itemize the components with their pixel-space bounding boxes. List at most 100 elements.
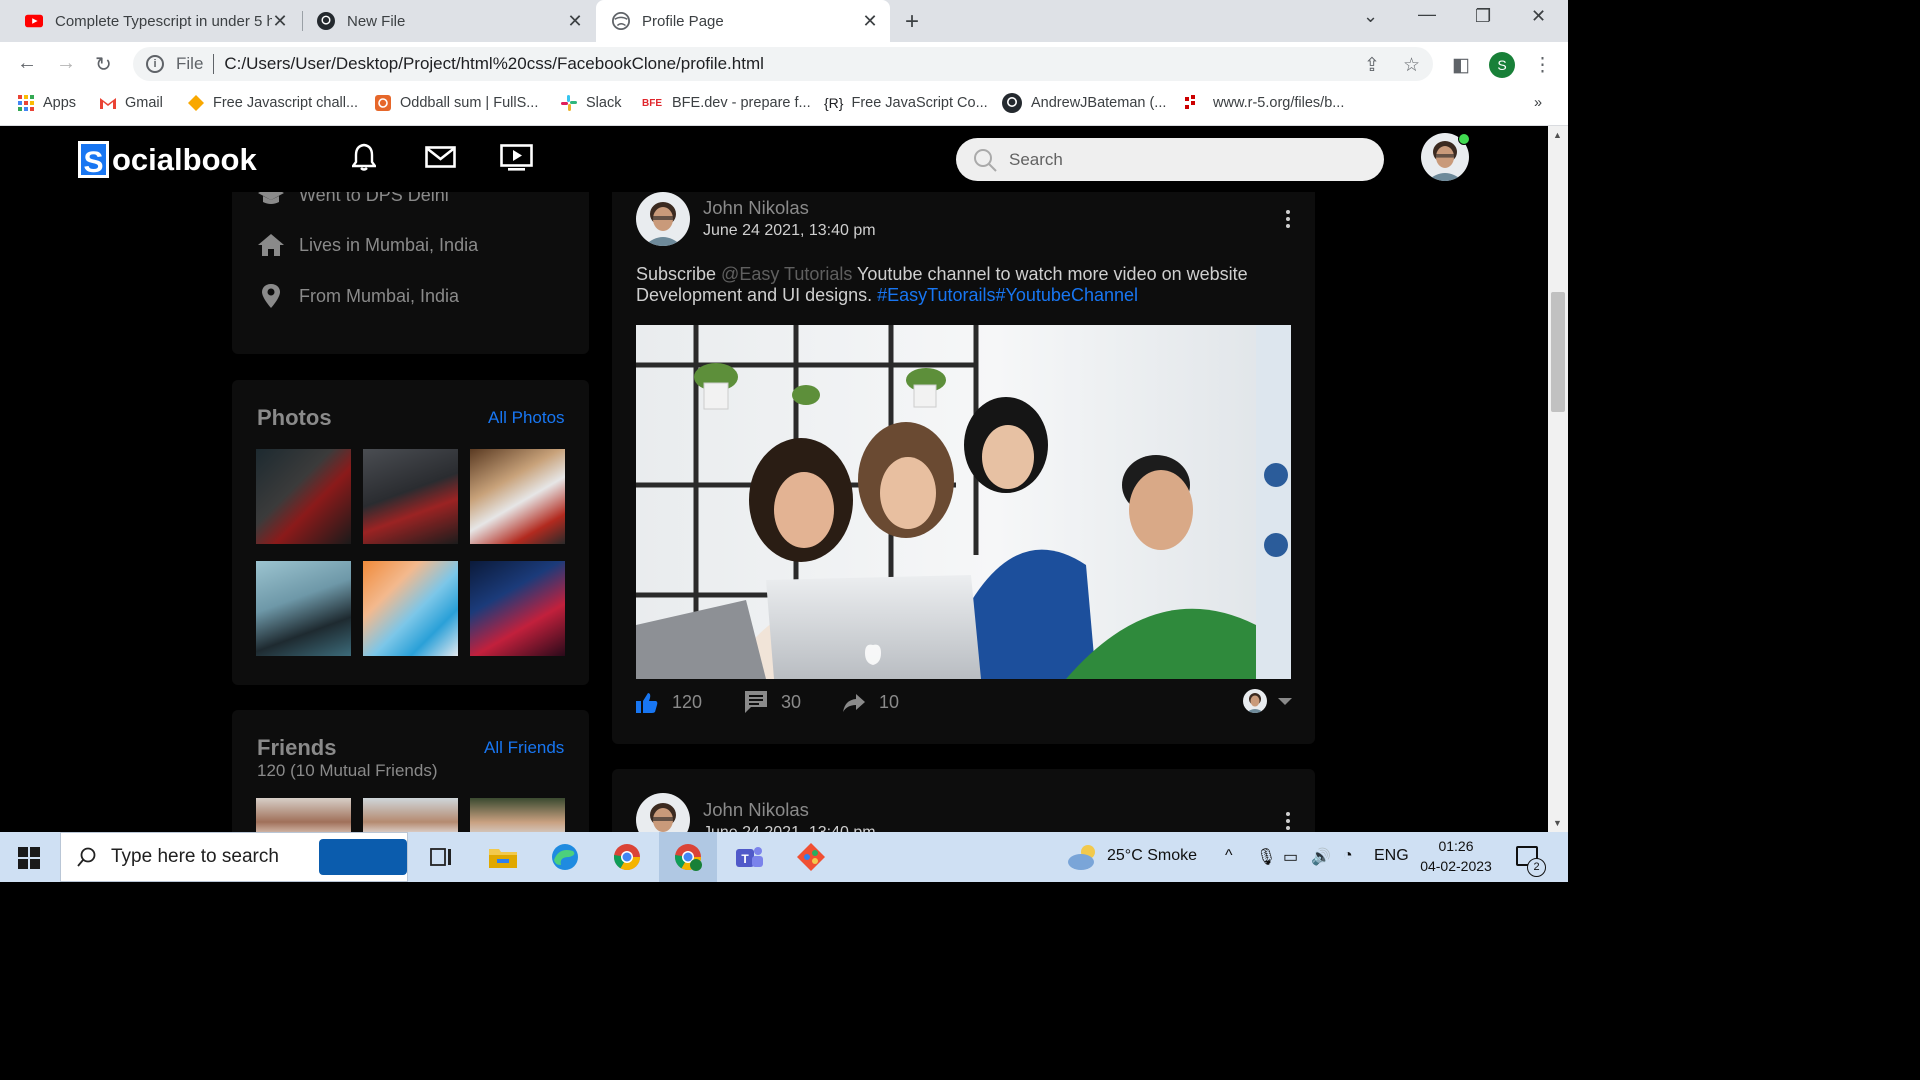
microphone-icon[interactable]: 🎙: [1256, 847, 1276, 867]
post-hashtags-link[interactable]: #EasyTutorails#YoutubeChannel: [877, 285, 1138, 305]
globe-icon: [612, 12, 630, 30]
minimize-icon[interactable]: —: [1418, 4, 1436, 25]
photo-thumbnail[interactable]: [363, 561, 458, 656]
more-bookmarks-chevron[interactable]: »: [1534, 86, 1542, 120]
r5-icon: [1185, 95, 1195, 109]
video-icon[interactable]: [500, 144, 533, 172]
taskbar-search-input[interactable]: Type here to search: [60, 832, 408, 882]
close-tab-icon[interactable]: ✕: [567, 11, 583, 32]
scroll-down-arrow-icon[interactable]: ▼: [1553, 818, 1562, 828]
post-viewer-avatar[interactable]: [1243, 689, 1267, 713]
scroll-up-arrow-icon[interactable]: ▲: [1553, 130, 1562, 140]
photo-thumbnail[interactable]: [363, 449, 458, 544]
back-arrow-icon[interactable]: ←: [17, 52, 37, 75]
chrome-icon[interactable]: [611, 841, 643, 873]
reload-icon[interactable]: ↻: [95, 52, 112, 77]
bell-icon[interactable]: [352, 143, 376, 171]
post-author-avatar[interactable]: [636, 793, 690, 832]
browser-profile-avatar[interactable]: S: [1489, 52, 1515, 78]
volume-icon[interactable]: 🔊: [1311, 847, 1331, 867]
post-author-avatar[interactable]: [636, 192, 690, 246]
close-window-icon[interactable]: ✕: [1531, 6, 1546, 27]
search-input[interactable]: Search: [956, 138, 1384, 181]
clock[interactable]: 01:26 04-02-2023: [1418, 838, 1494, 874]
post-author-name[interactable]: John Nikolas: [703, 799, 809, 821]
bookmark-r5[interactable]: www.r-5.org/files/b...: [1185, 86, 1344, 120]
intro-item-from: From Mumbai, India: [258, 284, 459, 308]
windows-start-icon[interactable]: [18, 847, 40, 869]
share-icon[interactable]: ⇪: [1364, 54, 1380, 77]
tab-search-chevron-icon[interactable]: ⌄: [1363, 6, 1378, 27]
weather-text[interactable]: 25°C Smoke: [1107, 847, 1197, 865]
restore-icon[interactable]: ❐: [1475, 6, 1491, 27]
close-tab-icon[interactable]: ✕: [272, 11, 288, 32]
friend-thumbnail[interactable]: [256, 798, 351, 832]
bfe-icon: BFE: [642, 97, 662, 109]
omnibox[interactable]: i File C:/Users/User/Desktop/Project/htm…: [133, 47, 1433, 81]
intro-text: Lives in Mumbai, India: [299, 234, 479, 255]
comment-stat[interactable]: 30: [745, 691, 801, 713]
photo-thumbnail[interactable]: [256, 449, 351, 544]
photo-thumbnail[interactable]: [256, 561, 351, 656]
bookmark-label: AndrewJBateman (...: [1031, 95, 1167, 111]
page-scrollbar[interactable]: ▲ ▼: [1548, 126, 1568, 832]
all-friends-link[interactable]: All Friends: [484, 738, 564, 758]
bookmark-free-javascript[interactable]: Free Javascript chall...: [188, 86, 358, 120]
git-app-icon[interactable]: [795, 841, 827, 873]
friend-thumbnail[interactable]: [363, 798, 458, 832]
tab-new-file[interactable]: New File ✕: [303, 0, 595, 42]
wifi-icon[interactable]: ◔: [1343, 847, 1353, 865]
like-stat[interactable]: 120: [636, 692, 702, 713]
weather-cloud-icon[interactable]: [1066, 843, 1100, 871]
tab-youtube[interactable]: Complete Typescript in under 5 h ✕: [0, 0, 300, 42]
chevron-down-icon[interactable]: [1278, 698, 1292, 705]
post-card: John Nikolas June 24 2021, 13:40 pm: [612, 769, 1315, 832]
tray-chevron-up-icon[interactable]: ^: [1225, 847, 1233, 865]
tab-profile-page[interactable]: Profile Page ✕: [596, 0, 890, 42]
friends-count: 120 (10 Mutual Friends): [257, 761, 438, 780]
all-photos-link[interactable]: All Photos: [488, 408, 565, 428]
file-explorer-icon[interactable]: [487, 841, 519, 873]
post-mention-link[interactable]: @Easy Tutorials: [721, 264, 852, 284]
post-options-icon[interactable]: [1286, 210, 1290, 231]
new-tab-icon[interactable]: +: [905, 8, 919, 36]
friend-thumbnail[interactable]: [470, 798, 565, 832]
scrollbar-thumb[interactable]: [1551, 292, 1565, 412]
bookmark-slack[interactable]: Slack: [561, 86, 621, 120]
post-date: June 24 2021, 13:40 pm: [703, 222, 876, 239]
socialbook-logo[interactable]: S ocialbook: [78, 141, 257, 179]
edge-icon[interactable]: [549, 841, 581, 873]
mail-icon[interactable]: [425, 146, 456, 168]
thumbs-up-icon: [636, 692, 658, 713]
bookmark-label: Oddball sum | FullS...: [400, 95, 539, 111]
post-author-name[interactable]: John Nikolas: [703, 197, 809, 219]
bookmark-label: Gmail: [125, 95, 163, 111]
bookmark-gmail[interactable]: Gmail: [100, 86, 163, 120]
language-indicator[interactable]: ENG: [1374, 847, 1409, 865]
teams-icon[interactable]: T: [733, 841, 765, 873]
photos-card: Photos All Photos: [232, 380, 589, 685]
bookmark-label: BFE.dev - prepare f...: [672, 95, 811, 111]
post-options-icon[interactable]: [1286, 812, 1290, 832]
forward-arrow-icon[interactable]: →: [56, 52, 76, 75]
side-panel-icon[interactable]: ◧: [1452, 54, 1470, 77]
info-icon[interactable]: i: [146, 55, 164, 73]
menu-kebab-icon[interactable]: ⋮: [1533, 54, 1552, 77]
fullstack-icon: [375, 95, 391, 111]
bookmark-bfe-dev[interactable]: BFE BFE.dev - prepare f...: [642, 86, 811, 120]
battery-icon[interactable]: ▭: [1283, 847, 1298, 867]
star-icon[interactable]: ☆: [1403, 54, 1420, 77]
chrome-profile-icon[interactable]: [672, 841, 704, 873]
url-text[interactable]: C:/Users/User/Desktop/Project/html%20css…: [224, 54, 763, 74]
close-tab-icon[interactable]: ✕: [862, 11, 878, 32]
bookmark-andrewjbateman[interactable]: AndrewJBateman (...: [1002, 86, 1166, 120]
bookmark-free-javascript-course[interactable]: {R} Free JavaScript Co...: [824, 86, 988, 120]
photo-thumbnail[interactable]: [470, 449, 565, 544]
post-image[interactable]: [636, 325, 1291, 679]
task-view-icon[interactable]: [425, 841, 457, 873]
r-bracket-icon: {R}: [824, 95, 844, 111]
bookmark-oddball-sum[interactable]: Oddball sum | FullS...: [375, 86, 538, 120]
bookmark-apps[interactable]: Apps: [18, 86, 76, 120]
photo-thumbnail[interactable]: [470, 561, 565, 656]
share-stat[interactable]: 10: [843, 692, 899, 713]
